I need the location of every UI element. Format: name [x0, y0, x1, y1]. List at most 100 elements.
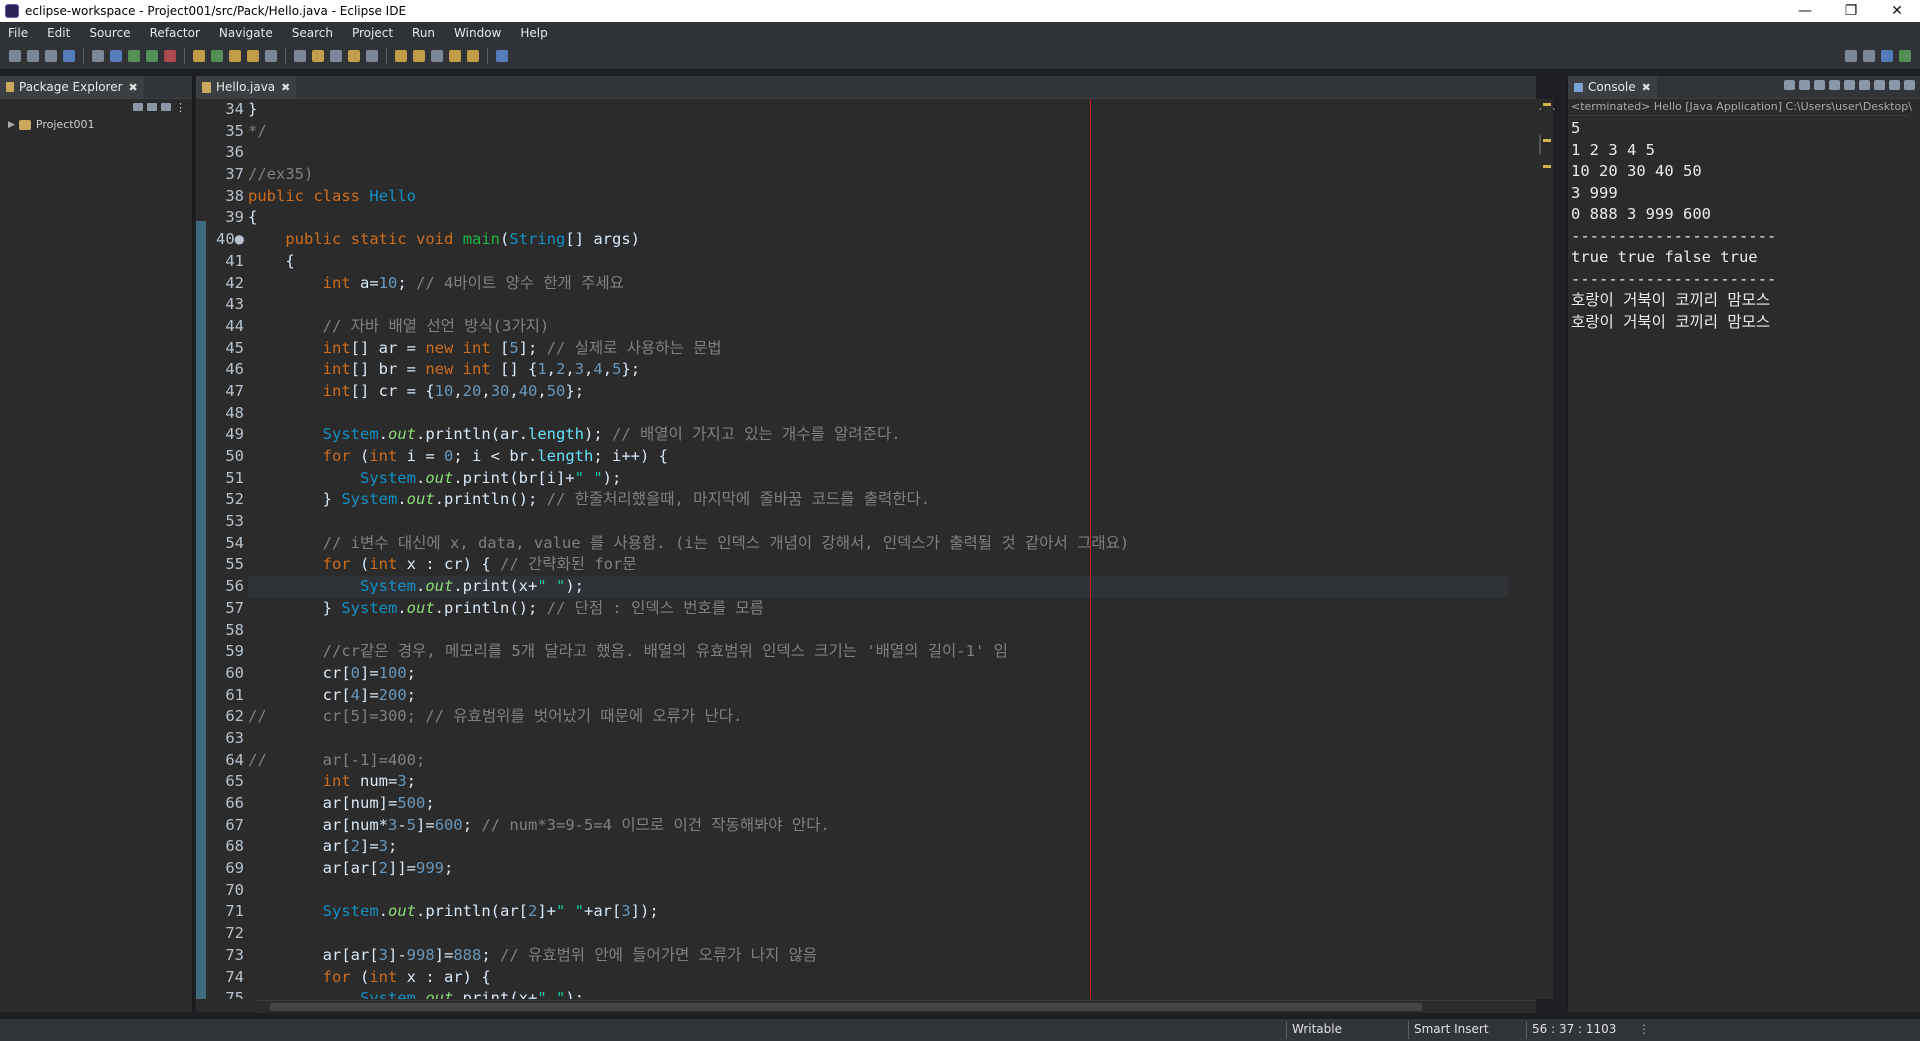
editor-horizontal-scrollbar[interactable]	[256, 1000, 1536, 1013]
open-perspective-icon[interactable]	[1863, 50, 1875, 62]
forward-icon[interactable]	[467, 50, 479, 62]
code-line[interactable]: public class Hello	[248, 186, 1508, 208]
open-type-icon[interactable]	[229, 50, 241, 62]
search-tool-icon[interactable]	[265, 50, 277, 62]
console-horizontal-scrollbar[interactable]	[1570, 1000, 1906, 1012]
quick-access-search-icon[interactable]	[1845, 50, 1857, 62]
warning-marker[interactable]	[1543, 165, 1551, 168]
code-line[interactable]	[248, 923, 1508, 945]
menu-help[interactable]: Help	[512, 26, 558, 40]
code-line[interactable]: cr[4]=200;	[248, 685, 1508, 707]
code-line[interactable]: {	[248, 251, 1508, 273]
code-line[interactable]: System.out.println(ar[2]+" "+ar[3]);	[248, 901, 1508, 923]
link-with-editor-icon[interactable]	[147, 103, 157, 111]
code-line[interactable]: cr[0]=100;	[248, 663, 1508, 685]
terminal-icon[interactable]	[63, 50, 75, 62]
code-line[interactable]	[248, 142, 1508, 164]
menu-source[interactable]: Source	[81, 26, 141, 40]
code-line[interactable]: //cr같은 경우, 메모리를 5개 달라고 했음. 배열의 유효범위 인덱스 …	[248, 641, 1508, 663]
code-line[interactable]: // ar[-1]=400;	[248, 750, 1508, 772]
debug-icon[interactable]	[110, 50, 122, 62]
code-editor[interactable]: 34 35 36 37 38 39 40● 41 42 43 44 45 46 47 48 49 50 51 52 5…	[196, 99, 1536, 999]
new-icon[interactable]	[9, 50, 21, 62]
warning-marker[interactable]	[1543, 103, 1551, 106]
block-selection-icon[interactable]	[330, 50, 342, 62]
show-whitespace-icon[interactable]	[348, 50, 360, 62]
menu-search[interactable]: Search	[284, 26, 344, 40]
status-menu-icon[interactable]: ⋮	[1638, 1022, 1650, 1036]
menu-file[interactable]: File	[0, 26, 39, 40]
code-line[interactable]: } System.out.println(); // 한줄처리했을때, 마지막에…	[248, 489, 1508, 511]
next-annotation-icon[interactable]	[395, 50, 407, 62]
close-tab-icon[interactable]: ✖	[281, 81, 290, 94]
code-line[interactable]: ar[num*3-5]=600; // num*3=9-5=4 이므로 이건 작…	[248, 815, 1508, 837]
last-edit-location-icon[interactable]	[431, 50, 443, 62]
skip-breakpoints-icon[interactable]	[92, 50, 104, 62]
code-line[interactable]: // cr[5]=300; // 유효범위를 벗어났기 때문에 오류가 난다.	[248, 706, 1508, 728]
code-line[interactable]	[248, 403, 1508, 425]
code-line[interactable]: System.out.println(ar.length); // 배열이 가지…	[248, 424, 1508, 446]
code-line[interactable]: ar[2]=3;	[248, 836, 1508, 858]
console-vertical-scrollbar[interactable]	[1909, 115, 1920, 999]
remove-launch-icon[interactable]	[1799, 80, 1810, 90]
code-line[interactable]: int[] cr = {10,20,30,40,50};	[248, 381, 1508, 403]
code-line[interactable]: public static void main(String[] args)	[248, 229, 1508, 251]
code-line[interactable]: } System.out.println(); // 단점 : 인덱스 번호를 …	[248, 598, 1508, 620]
menu-refactor[interactable]: Refactor	[142, 26, 211, 40]
tree-item-project[interactable]: ▶ Project001	[0, 115, 192, 131]
toggle-mark-occurrences-icon[interactable]	[294, 50, 306, 62]
word-wrap-icon[interactable]	[1859, 80, 1870, 90]
code-line[interactable]: ar[ar[2]]=999;	[248, 858, 1508, 880]
back-icon[interactable]	[449, 50, 461, 62]
code-line[interactable]: for (int x : cr) { // 간략화된 for문	[248, 554, 1508, 576]
code-line[interactable]	[248, 880, 1508, 902]
code-line[interactable]: int a=10; // 4바이트 양수 한개 주세요	[248, 273, 1508, 295]
remove-all-terminated-icon[interactable]	[1814, 80, 1825, 90]
code-line[interactable]: for (int i = 0; i < br.length; i++) {	[248, 446, 1508, 468]
coverage-icon[interactable]	[146, 50, 158, 62]
code-line[interactable]: int num=3;	[248, 771, 1508, 793]
toggle-word-wrap-icon[interactable]	[312, 50, 324, 62]
menu-window[interactable]: Window	[446, 26, 512, 40]
collapse-all-icon[interactable]	[133, 103, 143, 111]
menu-project[interactable]: Project	[344, 26, 404, 40]
code-line[interactable]	[248, 294, 1508, 316]
code-line[interactable]: // 자바 배열 선언 방식(3가지)	[248, 316, 1508, 338]
code-line[interactable]: }	[248, 99, 1508, 121]
view-menu-icon[interactable]: ⋮	[175, 101, 186, 114]
code-line[interactable]	[248, 620, 1508, 642]
code-line[interactable]: System.out.print(x+" ");	[248, 988, 1508, 999]
menu-edit[interactable]: Edit	[39, 26, 81, 40]
code-line[interactable]	[248, 728, 1508, 750]
code-line[interactable]: ar[ar[3]-998]=888; // 유효범위 안에 들어가면 오류가 나…	[248, 945, 1508, 967]
menu-navigate[interactable]: Navigate	[211, 26, 284, 40]
scroll-lock-icon[interactable]	[1844, 80, 1855, 90]
minimize-button[interactable]: —	[1782, 0, 1828, 22]
code-lines[interactable]: } */ //ex35) public class Hello{ public st…	[248, 99, 1508, 999]
save-icon[interactable]	[27, 50, 39, 62]
code-line[interactable]: {	[248, 207, 1508, 229]
code-line[interactable]: // i변수 대신에 x, data, value 를 사용함. (i는 인덱스…	[248, 533, 1508, 555]
save-all-icon[interactable]	[45, 50, 57, 62]
code-line[interactable]: for (int x : ar) {	[248, 967, 1508, 989]
display-console-icon[interactable]	[1889, 80, 1900, 90]
code-line[interactable]	[248, 511, 1508, 533]
pin-editor-icon[interactable]	[496, 50, 508, 62]
restore-button[interactable]: ❐	[1828, 0, 1874, 22]
code-line[interactable]: ar[num]=500;	[248, 793, 1508, 815]
new-java-class-icon[interactable]	[211, 50, 223, 62]
status-insert-mode[interactable]: Smart Insert	[1414, 1022, 1489, 1036]
debug-perspective-icon[interactable]	[1899, 50, 1911, 62]
external-tools-icon[interactable]	[164, 50, 176, 62]
paragraph-icon[interactable]	[366, 50, 378, 62]
warning-marker[interactable]	[1543, 139, 1551, 142]
code-line[interactable]: int[] br = new int [] {1,2,3,4,5};	[248, 359, 1508, 381]
code-line[interactable]: System.out.print(x+" ");	[248, 576, 1508, 598]
clear-console-icon[interactable]	[1829, 80, 1840, 90]
run-icon[interactable]	[128, 50, 140, 62]
terminate-icon[interactable]	[1784, 80, 1795, 90]
new-java-project-icon[interactable]	[193, 50, 205, 62]
close-tab-icon[interactable]: ✖	[1642, 81, 1651, 94]
open-task-icon[interactable]	[247, 50, 259, 62]
focus-icon[interactable]	[161, 103, 171, 111]
